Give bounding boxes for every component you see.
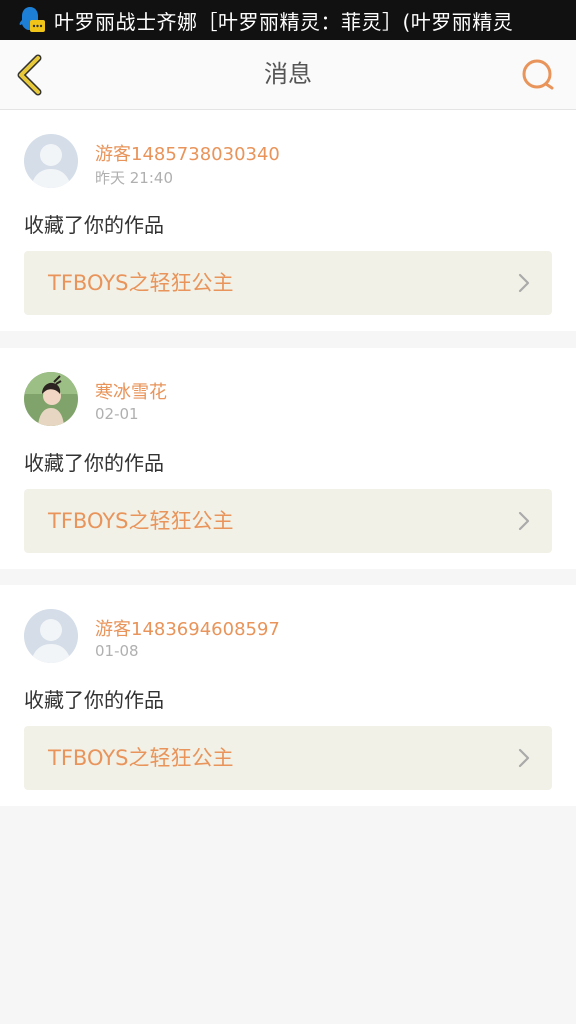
work-link[interactable]: TFBOYS之轻狂公主 [24,489,552,553]
default-avatar-icon [24,609,78,663]
notification-card: 游客1483694608597 01-08 收藏了你的作品 TFBOYS之轻狂公… [0,585,576,806]
page-title: 消息 [264,60,312,88]
notification-card: 游客1485738030340 昨天 21:40 收藏了你的作品 TFBOYS之… [0,110,576,331]
action-text: 收藏了你的作品 [24,213,164,237]
notification-card: 寒冰雪花 02-01 收藏了你的作品 TFBOYS之轻狂公主 [0,348,576,569]
action-text: 收藏了你的作品 [24,451,164,475]
work-link[interactable]: TFBOYS之轻狂公主 [24,251,552,315]
notification-ticker: 叶罗丽战士齐娜［叶罗丽精灵：菲灵］(叶罗丽精灵 [54,9,514,34]
action-text: 收藏了你的作品 [24,688,164,712]
work-link[interactable]: TFBOYS之轻狂公主 [24,726,552,790]
avatar[interactable] [24,134,78,188]
search-icon[interactable] [520,57,556,93]
work-title: TFBOYS之轻狂公主 [48,509,234,533]
timestamp: 昨天 21:40 [95,169,173,187]
default-avatar-icon [24,134,78,188]
work-title: TFBOYS之轻狂公主 [48,746,234,770]
user-photo-icon [24,372,78,426]
status-bar: 叶罗丽战士齐娜［叶罗丽精灵：菲灵］(叶罗丽精灵 [0,0,576,40]
chevron-right-icon [518,748,530,768]
username[interactable]: 寒冰雪花 [95,378,167,404]
timestamp: 01-08 [95,642,139,660]
username[interactable]: 游客1485738030340 [95,140,280,166]
chevron-right-icon [518,273,530,293]
username[interactable]: 游客1483694608597 [95,615,280,641]
qq-message-icon [19,7,45,32]
chevron-right-icon [518,511,530,531]
nav-header: 消息 [0,40,576,110]
avatar[interactable] [24,609,78,663]
work-title: TFBOYS之轻狂公主 [48,271,234,295]
avatar[interactable] [24,372,78,426]
timestamp: 02-01 [95,405,139,423]
